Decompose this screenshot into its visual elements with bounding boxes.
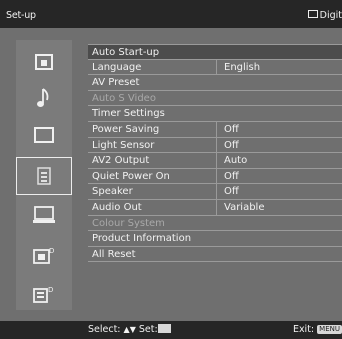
menu-row-language[interactable]: Language English xyxy=(88,59,342,76)
sidebar-item-digital-setup[interactable]: D xyxy=(16,276,72,312)
svg-text:D: D xyxy=(48,286,53,294)
menu-row-audio-out[interactable]: Audio Out Variable xyxy=(88,199,342,216)
arrow-down-icon: ▼ xyxy=(129,325,136,334)
svg-text:D: D xyxy=(49,247,54,255)
menu-row-colour-system: Colour System xyxy=(88,216,342,232)
menu-row-light-sensor[interactable]: Light Sensor Off xyxy=(88,137,342,154)
digital-picture-icon: D xyxy=(33,247,54,264)
menu-row-value: English xyxy=(224,61,261,73)
setup-menu-list: Auto Start-up Language English AV Preset… xyxy=(88,44,342,263)
exit-hint-label: Exit: xyxy=(292,324,315,335)
sidebar-item-digital-picture[interactable]: D xyxy=(16,237,72,273)
menu-row-speaker[interactable]: Speaker Off xyxy=(88,184,342,200)
music-note-icon xyxy=(37,88,49,107)
menu-row-label: Product Information xyxy=(92,233,192,245)
menu-row-av-preset[interactable]: AV Preset xyxy=(88,75,342,91)
picture-icon xyxy=(35,54,53,70)
footer-bar: Select: ▲▼ Set: Exit: MENU xyxy=(0,321,342,339)
select-hint-label: Select: xyxy=(88,324,121,335)
menu-row-value: Variable xyxy=(224,201,265,213)
menu-row-label: Colour System xyxy=(92,217,165,229)
exit-hint: Exit: MENU xyxy=(293,324,342,335)
menu-row-label: Language xyxy=(92,61,142,73)
sidebar-item-picture[interactable] xyxy=(16,44,72,80)
sidebar-item-sound[interactable] xyxy=(16,80,72,116)
menu-row-value: Off xyxy=(224,170,239,182)
menu-row-timer-settings[interactable]: Timer Settings xyxy=(88,106,342,122)
menu-row-label: All Reset xyxy=(92,248,136,260)
menu-row-all-reset[interactable]: All Reset xyxy=(88,247,342,263)
menu-row-value: Off xyxy=(224,123,239,135)
page-title: Set-up xyxy=(6,10,36,21)
menu-row-quiet-power-on[interactable]: Quiet Power On Off xyxy=(88,168,342,185)
menu-row-auto-start-up[interactable]: Auto Start-up xyxy=(88,44,342,60)
screen-icon xyxy=(34,127,54,143)
menu-row-label: Power Saving xyxy=(92,123,160,135)
menu-row-value: Auto xyxy=(224,155,248,167)
monitor-icon xyxy=(33,206,55,223)
menu-row-label: Timer Settings xyxy=(92,108,165,120)
menu-row-av2-output[interactable]: AV2 Output Auto xyxy=(88,153,342,169)
menu-key-icon: MENU xyxy=(317,325,342,334)
input-source-label: Digit xyxy=(319,10,342,21)
setup-icon xyxy=(37,167,51,185)
menu-row-label: Speaker xyxy=(92,186,133,198)
set-hint-label: Set: xyxy=(138,324,158,335)
source-box-icon xyxy=(307,10,318,18)
menu-row-power-saving[interactable]: Power Saving Off xyxy=(88,121,342,138)
navigation-hint: Select: ▲▼ Set: xyxy=(88,324,171,335)
ok-key-icon xyxy=(157,324,171,333)
menu-sidebar: D D xyxy=(16,40,72,310)
menu-row-label: AV2 Output xyxy=(92,155,150,167)
sidebar-item-screen[interactable] xyxy=(16,117,72,153)
menu-row-value: Off xyxy=(224,186,239,198)
input-source-indicator: Digit xyxy=(307,10,342,21)
sidebar-item-setup[interactable] xyxy=(16,157,72,195)
digital-setup-icon: D xyxy=(33,286,53,303)
menu-row-label: Auto S Video xyxy=(92,92,156,104)
menu-row-label: Light Sensor xyxy=(92,139,155,151)
sidebar-item-monitor[interactable] xyxy=(16,197,72,233)
menu-row-label: Auto Start-up xyxy=(92,47,160,58)
menu-row-product-information[interactable]: Product Information xyxy=(88,231,342,247)
menu-row-auto-s-video: Auto S Video xyxy=(88,91,342,107)
menu-row-label: Quiet Power On xyxy=(92,170,170,182)
header-bar: Set-up Digit xyxy=(0,0,342,28)
menu-row-label: Audio Out xyxy=(92,201,142,213)
menu-row-value: Off xyxy=(224,139,239,151)
menu-row-label: AV Preset xyxy=(92,77,140,89)
